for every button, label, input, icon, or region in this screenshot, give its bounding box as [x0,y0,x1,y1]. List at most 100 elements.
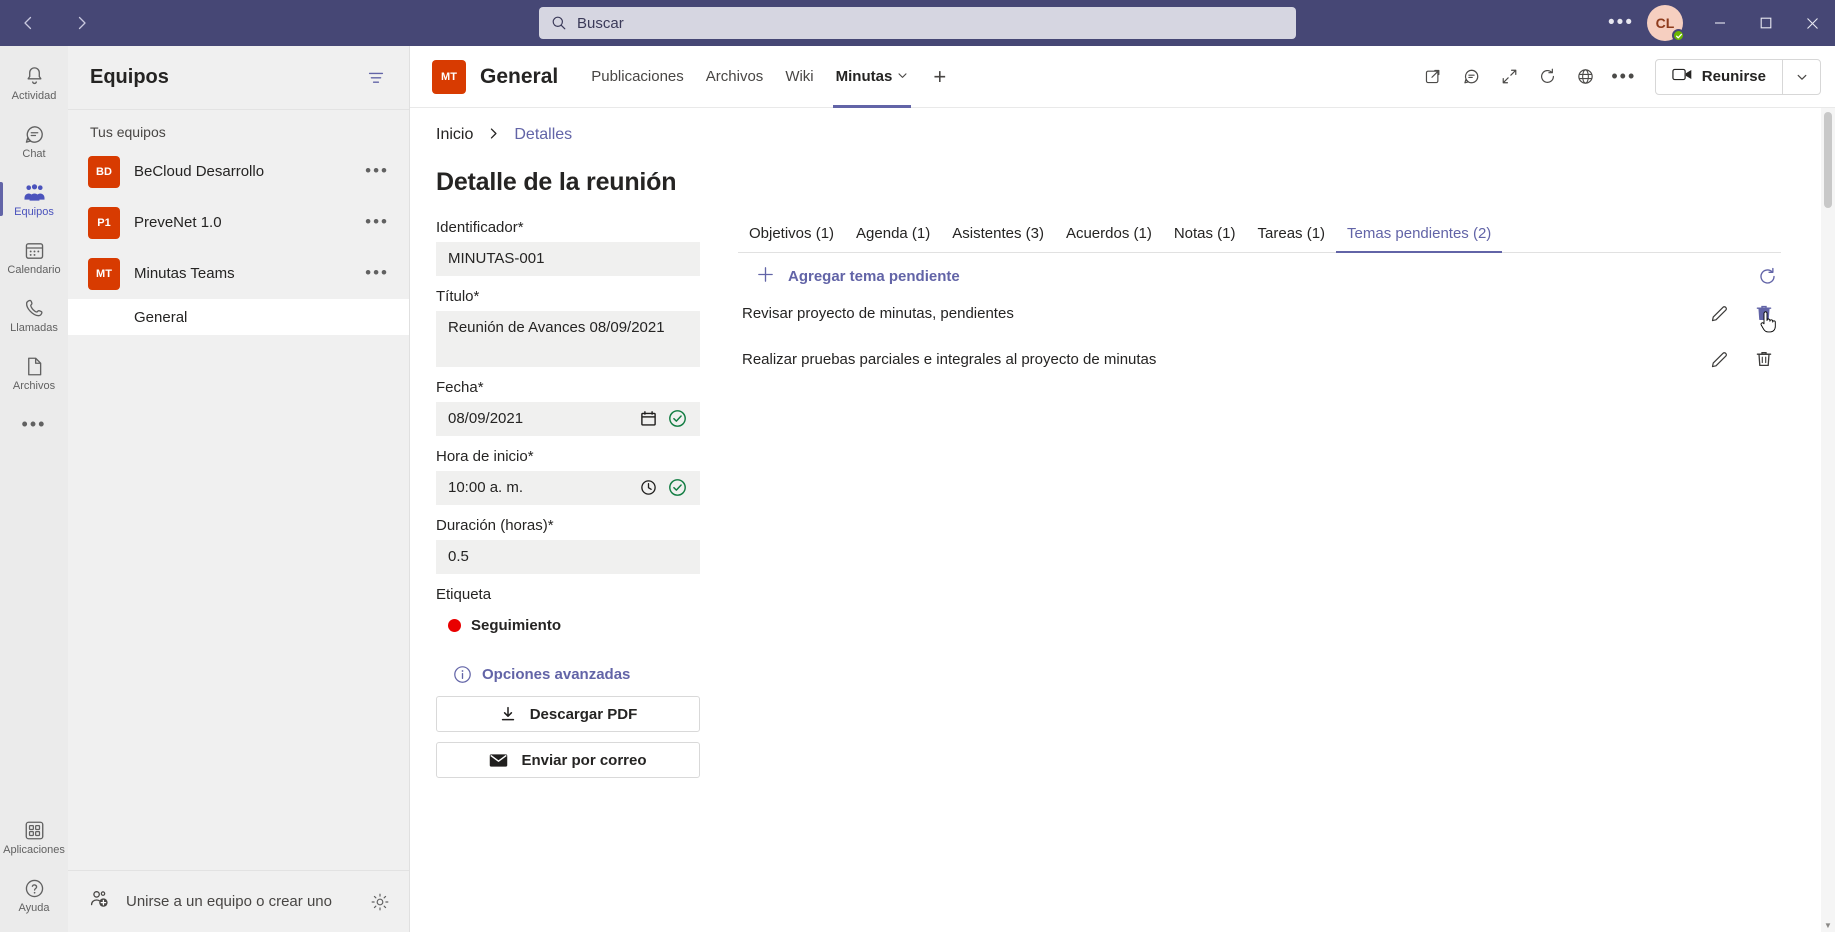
tag-color-dot-icon [448,619,461,632]
sidebar-item-label: Llamadas [10,322,58,334]
sidebar-item-label: Actividad [11,90,57,102]
breadcrumb-home[interactable]: Inicio [436,126,473,144]
channel-header: MT General Publicaciones Archivos Wiki M… [410,46,1835,108]
content-scrollbar[interactable]: ▲ ▼ [1821,108,1835,932]
globe-icon[interactable] [1569,60,1603,94]
tab-label: Acuerdos (1) [1065,225,1152,242]
duracion-input[interactable]: 0.5 [436,540,700,574]
advanced-options-label: Opciones avanzadas [482,665,631,683]
titulo-input[interactable]: Reunión de Avances 08/09/2021 [436,311,700,367]
tab-archivos[interactable]: Archivos [695,46,775,108]
tab-publicaciones[interactable]: Publicaciones [580,46,695,108]
channel-tabs: Publicaciones Archivos Wiki Minutas + [580,46,960,108]
tab-label: Publicaciones [591,68,684,85]
tab-notas[interactable]: Notas (1) [1163,219,1247,252]
channel-item-general[interactable]: General [68,299,409,335]
panel-toolbar: Agregar tema pendiente [738,253,1781,290]
tab-agenda[interactable]: Agenda (1) [845,219,941,252]
pending-topic-text: Revisar proyecto de minutas, pendientes [742,304,1014,322]
sidebar-item-chat[interactable]: Chat [0,112,68,170]
sidebar-item-calendario[interactable]: Calendario [0,228,68,286]
app-rail-bottom: Aplicaciones Ayuda [0,808,68,932]
advanced-options-link[interactable]: Opciones avanzadas [436,646,700,696]
scrollbar-thumb[interactable] [1824,112,1832,208]
avatar[interactable]: CL [1647,5,1685,42]
team-item-prevenet[interactable]: P1 PreveNet 1.0 ••• [68,197,409,248]
sidebar-item-label: Calendario [7,264,61,276]
filter-icon[interactable] [361,63,391,93]
sidebar-item-aplicaciones[interactable]: Aplicaciones [0,808,68,866]
tab-acuerdos[interactable]: Acuerdos (1) [1055,219,1163,252]
button-label: Descargar PDF [529,705,638,723]
open-in-new-icon[interactable] [1417,60,1451,94]
channel-title: General [480,64,559,88]
row-actions [1709,348,1781,370]
sidebar-item-actividad[interactable]: Actividad [0,54,68,112]
refresh-icon[interactable] [1531,60,1565,94]
tab-asistentes[interactable]: Asistentes (3) [941,219,1055,252]
team-more-button[interactable]: ••• [365,213,399,230]
sidebar-item-equipos[interactable]: Equipos [0,170,68,228]
meet-button[interactable]: Reunirse [1656,60,1782,94]
gear-icon[interactable] [365,887,395,917]
tab-temas-pendientes[interactable]: Temas pendientes (2) [1336,219,1503,253]
field-label: Título* [436,288,480,305]
field-value: Reunión de Avances 08/09/2021 [448,319,665,336]
field-duracion: Duración (horas)* 0.5 [436,517,700,574]
sidebar-item-llamadas[interactable]: Llamadas [0,286,68,344]
send-email-button[interactable]: Enviar por correo [436,742,700,778]
sidebar-item-label: Chat [22,148,46,160]
channel-more-button[interactable]: ••• [1607,60,1641,94]
field-value: MINUTAS-001 [448,250,545,267]
download-pdf-button[interactable]: Descargar PDF [436,696,700,732]
breadcrumb-current[interactable]: Detalles [514,126,572,144]
tab-tareas[interactable]: Tareas (1) [1247,219,1337,252]
add-pending-topic-label: Agregar tema pendiente [788,267,960,285]
status-badge: Seguimiento [436,609,700,634]
sidebar-item-ayuda[interactable]: Ayuda [0,866,68,924]
add-tab-button[interactable]: + [919,46,960,108]
tab-minutas[interactable]: Minutas [825,46,920,108]
search-input[interactable]: Buscar [539,7,1296,39]
tab-label: Minutas [835,68,893,85]
sidebar-item-label: Equipos [14,206,54,218]
identificador-input[interactable]: MINUTAS-001 [436,242,700,276]
scroll-down-arrow[interactable]: ▼ [1821,918,1835,932]
meet-dropdown-button[interactable] [1782,59,1820,94]
list-item[interactable]: Realizar pruebas parciales e integrales … [738,336,1781,382]
pencil-icon[interactable] [1709,348,1731,370]
pencil-icon[interactable] [1709,302,1731,324]
join-team-label[interactable]: Unirse a un equipo o crear uno [126,893,332,910]
sidebar-item-label: Ayuda [18,902,50,914]
field-label: Duración (horas)* [436,517,554,534]
teams-app-window: Buscar ••• CL Actividad Chat Equipos Cal… [0,0,1835,932]
field-identificador: Identificador* MINUTAS-001 [436,219,700,276]
list-item[interactable]: Revisar proyecto de minutas, pendientes [738,290,1781,336]
sidebar-item-archivos[interactable]: Archivos [0,344,68,402]
minutes-app-content: Inicio Detalles Detalle de la reunión Id… [410,108,1835,932]
calendar-icon[interactable] [638,409,658,429]
trash-icon[interactable] [1753,302,1776,333]
field-titulo: Título* Reunión de Avances 08/09/2021 [436,288,700,367]
clock-icon[interactable] [638,478,658,498]
team-avatar: P1 [88,206,120,239]
sidebar-more-button[interactable]: ••• [0,402,68,448]
team-more-button[interactable]: ••• [365,264,399,281]
fecha-input[interactable]: 08/09/2021 [436,402,700,436]
meet-label: Reunirse [1701,68,1766,85]
trash-icon[interactable] [1753,348,1775,370]
panel-refresh-icon[interactable] [1753,262,1781,290]
expand-icon[interactable] [1493,60,1527,94]
team-item-becloud-desarrollo[interactable]: BD BeCloud Desarrollo ••• [68,146,409,197]
team-item-minutas-teams[interactable]: MT Minutas Teams ••• [68,248,409,299]
conversation-icon[interactable] [1455,60,1489,94]
field-value: 08/09/2021 [448,410,524,427]
hora-inicio-input[interactable]: 10:00 a. m. [436,471,700,505]
field-hora-inicio: Hora de inicio* 10:00 a. m. [436,448,700,505]
tab-objetivos[interactable]: Objetivos (1) [738,219,845,252]
tab-wiki[interactable]: Wiki [774,46,824,108]
field-value: 10:00 a. m. [448,479,524,496]
team-more-button[interactable]: ••• [365,162,399,179]
add-pending-topic-button[interactable]: Agregar tema pendiente [738,265,960,288]
phone-icon [23,296,46,320]
